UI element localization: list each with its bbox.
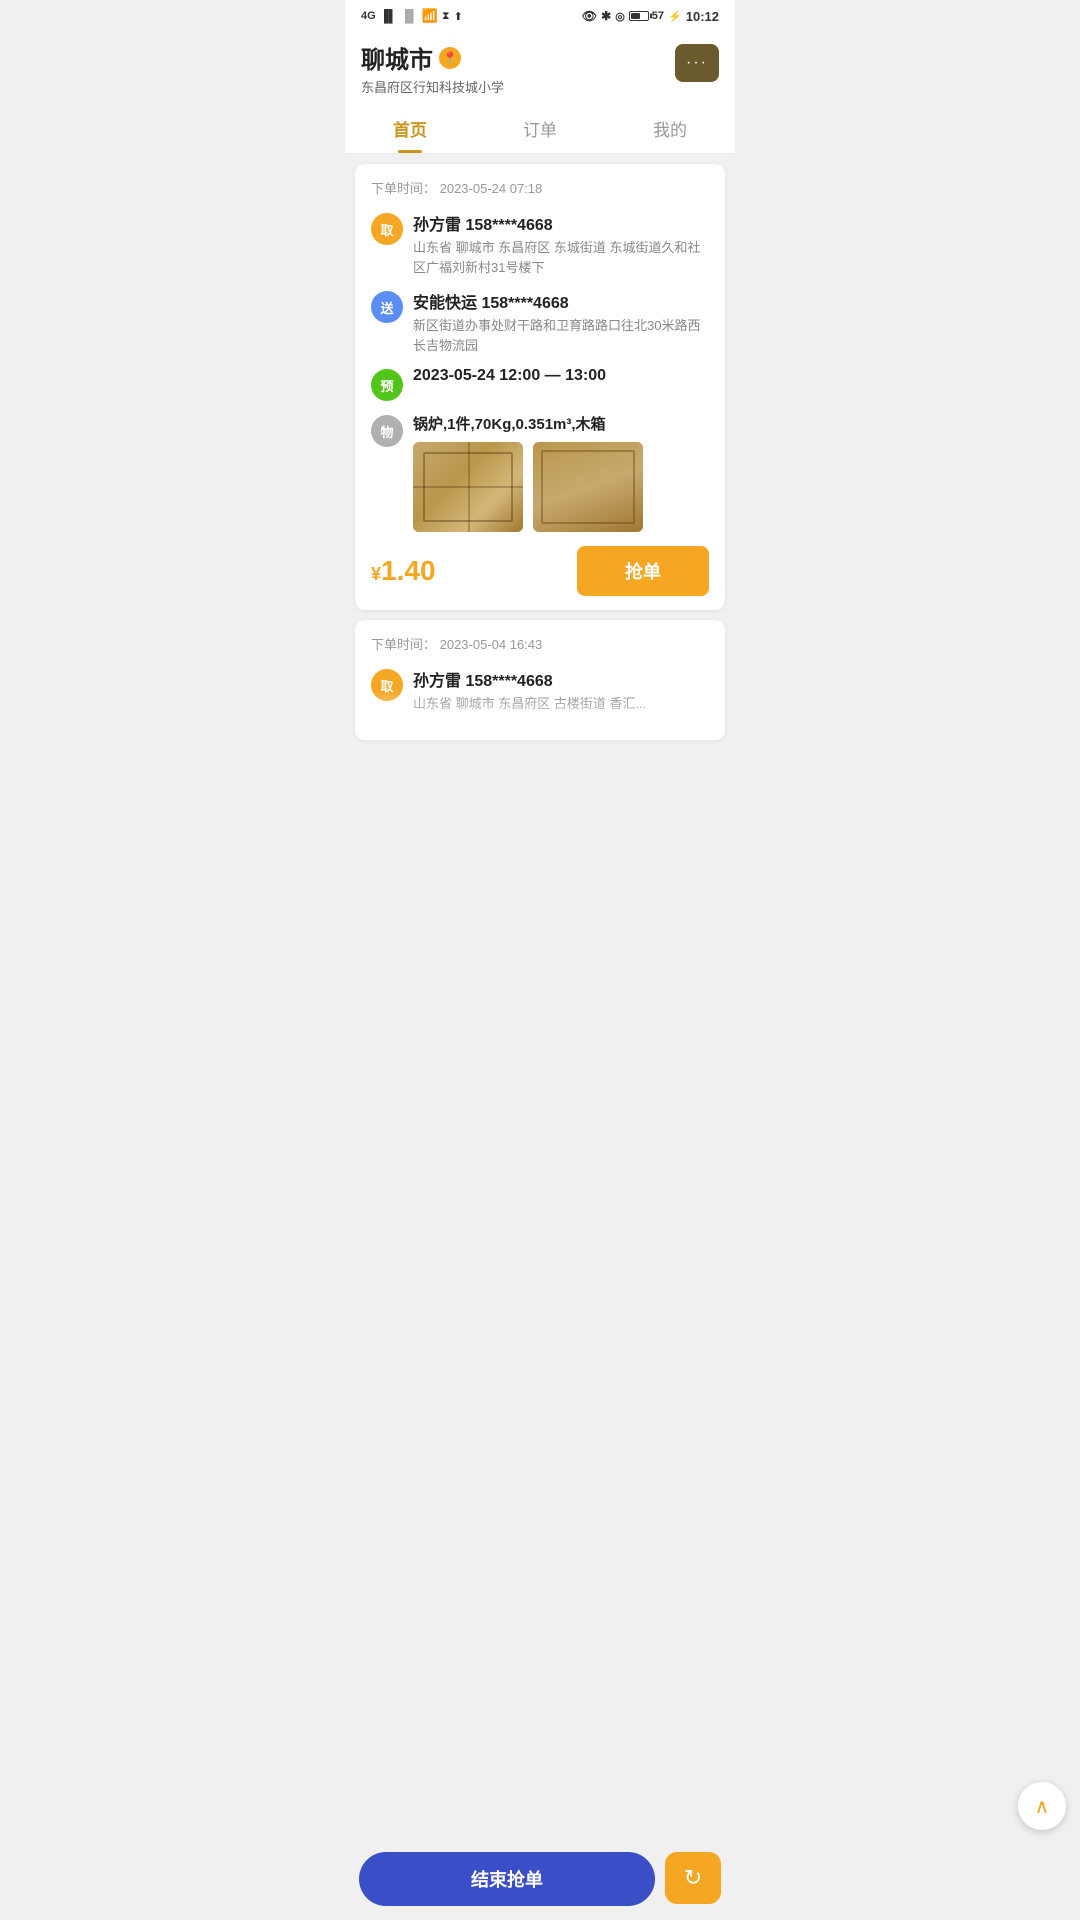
charging-icon: ⚡ [668, 10, 682, 23]
price-value: 1.40 [381, 555, 436, 586]
network-indicator: 4G [361, 10, 376, 22]
reservation-badge: 预 [371, 369, 403, 401]
price-symbol: ¥ [371, 564, 381, 584]
pickup-info: 孙方雷 158****4668 山东省 聊城市 东昌府区 东城街道 东城街道久和… [413, 211, 709, 277]
order-time-1: 下单时间： 2023-05-24 07:18 [371, 178, 709, 197]
goods-image-1[interactable] [413, 442, 523, 532]
location-icon: ◎ [615, 10, 625, 23]
grab-order-button-1[interactable]: 抢单 [577, 546, 709, 596]
eye-icon: 👁 [582, 9, 597, 23]
hourglass-icon: ⧗ [442, 10, 450, 23]
order-card-2: 下单时间： 2023-05-04 16:43 取 孙方雷 158****4668… [355, 620, 725, 740]
delivery-name: 安能快运 158****4668 [413, 289, 709, 313]
order-card-1: 下单时间： 2023-05-24 07:18 取 孙方雷 158****4668… [355, 164, 725, 610]
tab-home[interactable]: 首页 [345, 104, 475, 153]
reservation-time: 2023-05-24 12:00 — 13:00 [413, 367, 709, 385]
school-name: 东昌府区行知科技城小学 [361, 77, 504, 96]
card-fade [355, 690, 725, 740]
wifi-icon: 📶 [422, 8, 438, 24]
pickup-badge: 取 [371, 213, 403, 245]
goods-description: 锅炉,1件,70Kg,0.351m³,木箱 [413, 413, 709, 434]
goods-row: 物 锅炉,1件,70Kg,0.351m³,木箱 [371, 413, 709, 532]
goods-images [413, 442, 709, 532]
reservation-info: 2023-05-24 12:00 — 13:00 [413, 367, 709, 385]
delivery-badge: 送 [371, 291, 403, 323]
location-pin-icon[interactable]: 📍 [439, 47, 461, 69]
reservation-row: 预 2023-05-24 12:00 — 13:00 [371, 367, 709, 401]
delivery-info: 安能快运 158****4668 新区街道办事处财干路和卫育路路口往北30米路西… [413, 289, 709, 355]
message-button[interactable]: ··· [675, 44, 719, 82]
pickup-row: 取 孙方雷 158****4668 山东省 聊城市 东昌府区 东城街道 东城街道… [371, 211, 709, 277]
city-name: 聊城市 [361, 40, 433, 75]
signal-bar-1: ▐▌ [380, 9, 397, 23]
goods-badge: 物 [371, 415, 403, 447]
usb-icon: ⬆ [454, 10, 463, 23]
order-footer-1: ¥1.40 抢单 [371, 546, 709, 596]
status-right: 👁 ✱ ◎ 57 ⚡ 10:12 [582, 9, 719, 24]
bluetooth-icon: ✱ [601, 9, 611, 23]
bottom-bar: 结束抢单 ↻ [345, 1842, 735, 1920]
message-icon: ··· [686, 54, 708, 72]
pickup-name-2: 孙方雷 158****4668 [413, 667, 709, 691]
goods-image-2[interactable] [533, 442, 643, 532]
refresh-button[interactable]: ↻ [665, 1852, 721, 1904]
refresh-icon: ↻ [684, 1865, 702, 1891]
main-tabs: 首页 订单 我的 [345, 104, 735, 154]
delivery-row: 送 安能快运 158****4668 新区街道办事处财干路和卫育路路口往北30米… [371, 289, 709, 355]
tab-orders[interactable]: 订单 [475, 104, 605, 153]
tab-profile[interactable]: 我的 [605, 104, 735, 153]
order-time-2: 下单时间： 2023-05-04 16:43 [371, 634, 709, 653]
battery-indicator: 57 [629, 10, 664, 22]
status-left: 4G ▐▌ ▐▌ 📶 ⧗ ⬆ [361, 8, 463, 24]
header: 聊城市 📍 东昌府区行知科技城小学 ··· [345, 28, 735, 104]
signal-bar-2: ▐▌ [401, 9, 418, 23]
end-grab-button[interactable]: 结束抢单 [359, 1852, 655, 1906]
pickup-name: 孙方雷 158****4668 [413, 211, 709, 235]
header-title: 聊城市 📍 [361, 40, 504, 75]
chevron-up-icon: ∧ [1035, 1794, 1050, 1819]
status-bar: 4G ▐▌ ▐▌ 📶 ⧗ ⬆ 👁 ✱ ◎ 57 ⚡ 10:12 [345, 0, 735, 28]
time-display: 10:12 [686, 9, 719, 24]
scroll-top-button[interactable]: ∧ [1018, 1782, 1066, 1830]
pickup-address: 山东省 聊城市 东昌府区 东城街道 东城街道久和社区广福刘新村31号楼下 [413, 238, 709, 277]
delivery-address: 新区街道办事处财干路和卫育路路口往北30米路西长吉物流园 [413, 316, 709, 355]
goods-info: 锅炉,1件,70Kg,0.351m³,木箱 [413, 413, 709, 532]
order-price-1: ¥1.40 [371, 555, 436, 587]
battery-level: 57 [652, 10, 664, 22]
header-left: 聊城市 📍 东昌府区行知科技城小学 [361, 40, 504, 96]
